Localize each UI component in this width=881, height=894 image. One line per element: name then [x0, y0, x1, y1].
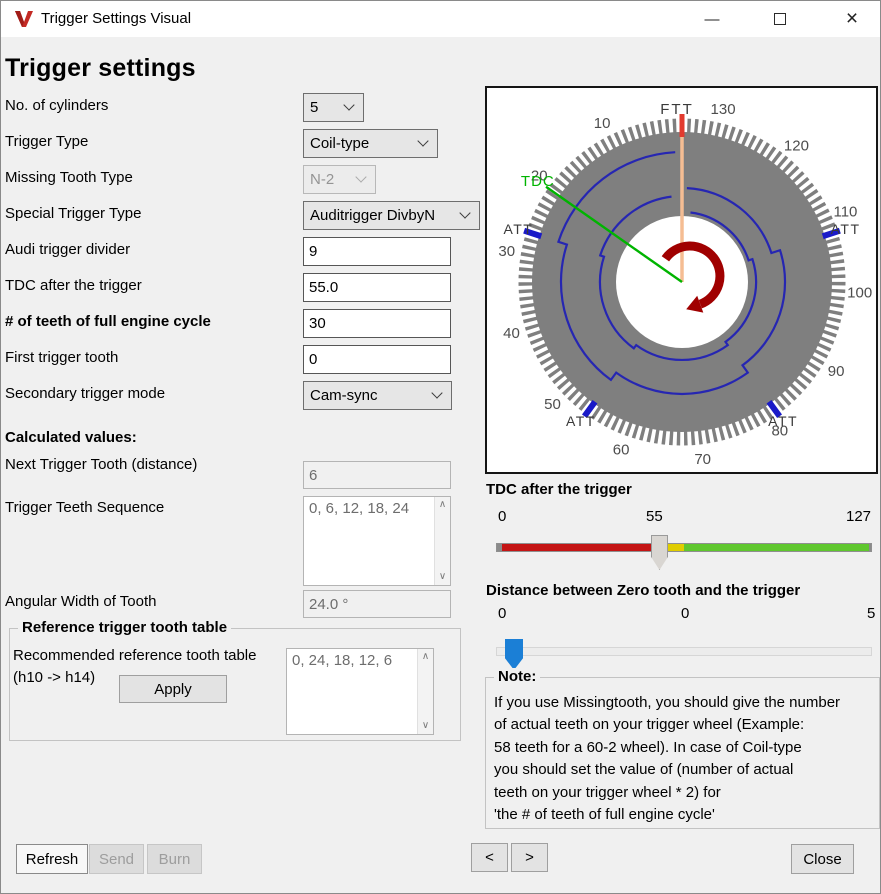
svg-text:TDC: TDC: [521, 173, 555, 190]
chevron-down-icon: [431, 387, 442, 398]
prev-button[interactable]: <: [471, 843, 508, 872]
label-first-tooth: First trigger tooth: [5, 349, 118, 366]
distance-slider-current: 0: [681, 605, 689, 622]
label-secondary-mode: Secondary trigger mode: [5, 385, 165, 402]
titlebar[interactable]: Trigger Settings Visual — ×: [1, 1, 880, 37]
scroll-up-icon[interactable]: ∧: [418, 650, 433, 664]
tdc-slider-thumb[interactable]: [651, 535, 668, 570]
tdc-slider-label: TDC after the trigger: [486, 481, 632, 498]
svg-text:90: 90: [828, 363, 845, 380]
label-audi-divider: Audi trigger divider: [5, 241, 130, 258]
svg-text:ATT: ATT: [831, 221, 861, 237]
first-tooth-input[interactable]: [303, 345, 451, 374]
label-missing-tooth: Missing Tooth Type: [5, 169, 133, 186]
audi-divider-input[interactable]: [303, 237, 451, 266]
chevron-down-icon: [355, 171, 366, 182]
distance-slider-thumb[interactable]: [505, 639, 523, 670]
apply-button[interactable]: Apply: [119, 675, 227, 703]
svg-text:70: 70: [694, 451, 711, 468]
minimize-icon: —: [705, 11, 720, 28]
svg-text:80: 80: [771, 423, 788, 440]
app-logo-icon: [14, 9, 34, 29]
svg-text:130: 130: [711, 101, 736, 118]
distance-slider-track[interactable]: [496, 647, 872, 656]
tdc-slider-current: 55: [646, 508, 663, 525]
svg-text:FTT: FTT: [660, 101, 694, 118]
label-angular-width: Angular Width of Tooth: [5, 593, 156, 610]
reference-table-box[interactable]: 0, 24, 18, 12, 6 ∧ ∨: [286, 648, 434, 735]
distance-slider-min: 0: [498, 605, 506, 622]
chevron-down-icon: [459, 207, 470, 218]
teeth-sequence-box[interactable]: 0, 6, 12, 18, 24 ∧ ∨: [303, 496, 451, 586]
scrollbar[interactable]: ∧ ∨: [434, 497, 450, 585]
svg-text:50: 50: [544, 396, 561, 413]
note-group: Note: If you use Missingtooth, you shoul…: [485, 677, 880, 829]
reference-label: Recommended reference tooth table: [13, 647, 256, 664]
reference-sublabel: (h10 -> h14): [13, 669, 95, 686]
cylinders-select[interactable]: 5: [303, 93, 364, 122]
special-trigger-select[interactable]: Auditrigger DivbyN: [303, 201, 480, 230]
svg-text:110: 110: [833, 203, 857, 220]
tdc-after-input[interactable]: [303, 273, 451, 302]
svg-text:30: 30: [498, 243, 515, 260]
close-button[interactable]: Close: [791, 844, 854, 874]
scrollbar[interactable]: ∧ ∨: [417, 649, 433, 734]
distance-slider-label: Distance between Zero tooth and the trig…: [486, 582, 800, 599]
label-trigger-type: Trigger Type: [5, 133, 88, 150]
angular-width-output: [303, 590, 451, 618]
maximize-button[interactable]: [757, 1, 803, 37]
next-button[interactable]: >: [511, 843, 548, 872]
label-teeth-sequence: Trigger Teeth Sequence: [5, 499, 164, 516]
note-title: Note:: [494, 668, 540, 685]
scroll-up-icon[interactable]: ∧: [435, 498, 450, 512]
svg-text:100: 100: [847, 284, 872, 301]
close-window-button[interactable]: ×: [829, 1, 875, 37]
next-tooth-output: [303, 461, 451, 489]
svg-text:10: 10: [594, 115, 611, 132]
page-title: Trigger settings: [5, 54, 196, 83]
label-teeth-cycle: # of teeth of full engine cycle: [5, 313, 211, 330]
label-special-trigger: Special Trigger Type: [5, 205, 141, 222]
svg-text:ATT: ATT: [566, 413, 596, 429]
tdc-slider-min: 0: [498, 508, 506, 525]
refresh-button[interactable]: Refresh: [16, 844, 88, 874]
secondary-mode-select[interactable]: Cam-sync: [303, 381, 452, 410]
minimize-button[interactable]: —: [689, 1, 735, 37]
close-icon: ×: [846, 7, 858, 31]
trigger-wheel-visualization: ATTATTATTATT1020304050607080901001101201…: [485, 86, 878, 474]
scroll-down-icon[interactable]: ∨: [435, 570, 450, 584]
trigger-settings-window: Trigger Settings Visual — × Trigger sett…: [0, 0, 881, 894]
svg-text:60: 60: [613, 441, 630, 458]
note-text: If you use Missingtooth, you should give…: [494, 692, 875, 826]
distance-slider-max: 5: [867, 605, 875, 622]
send-button: Send: [89, 844, 144, 874]
label-tdc-after: TDC after the trigger: [5, 277, 142, 294]
reference-group-title: Reference trigger tooth table: [18, 619, 231, 636]
window-title: Trigger Settings Visual: [41, 10, 191, 27]
tdc-slider-max: 127: [846, 508, 871, 525]
tdc-slider-track[interactable]: [496, 543, 872, 552]
svg-text:120: 120: [784, 138, 809, 155]
calculated-heading: Calculated values:: [5, 429, 137, 446]
label-cylinders: No. of cylinders: [5, 97, 108, 114]
chevron-down-icon: [343, 99, 354, 110]
chevron-down-icon: [417, 135, 428, 146]
svg-text:ATT: ATT: [503, 221, 533, 237]
maximize-icon: [774, 13, 786, 25]
label-next-tooth: Next Trigger Tooth (distance): [5, 456, 197, 473]
missing-tooth-select: N-2: [303, 165, 376, 194]
svg-text:40: 40: [503, 325, 520, 342]
trigger-type-select[interactable]: Coil-type: [303, 129, 438, 158]
scroll-down-icon[interactable]: ∨: [418, 719, 433, 733]
teeth-cycle-input[interactable]: [303, 309, 451, 338]
burn-button: Burn: [147, 844, 202, 874]
